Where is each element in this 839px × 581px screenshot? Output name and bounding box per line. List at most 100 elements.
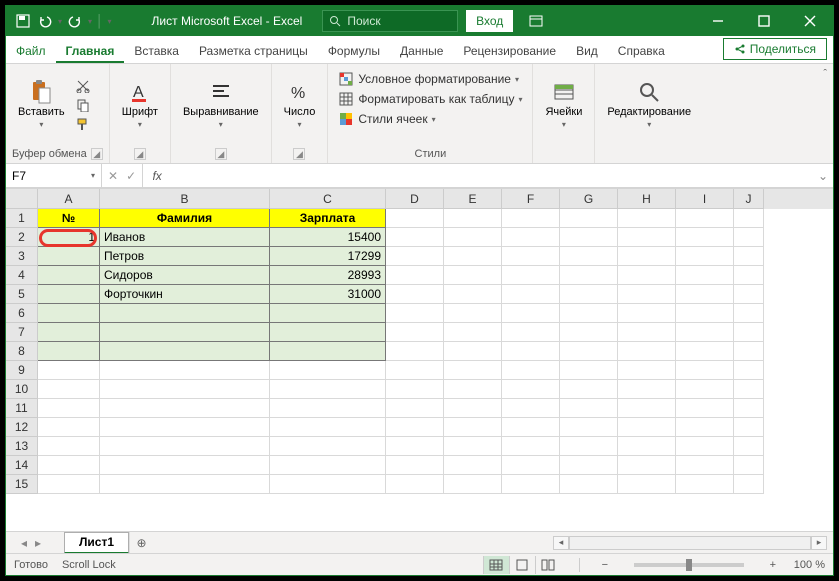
cell[interactable] — [676, 342, 734, 361]
close-button[interactable] — [787, 6, 833, 36]
cell[interactable] — [560, 209, 618, 228]
row-header[interactable]: 10 — [6, 380, 38, 399]
tab-formulas[interactable]: Формулы — [318, 38, 390, 63]
cell[interactable] — [618, 342, 676, 361]
cell[interactable] — [560, 285, 618, 304]
cell[interactable] — [618, 437, 676, 456]
enter-formula-icon[interactable]: ✓ — [126, 169, 136, 183]
cell[interactable] — [502, 323, 560, 342]
cell[interactable] — [676, 361, 734, 380]
cell[interactable] — [38, 285, 100, 304]
zoom-out-button[interactable]: − — [598, 559, 612, 571]
cell[interactable] — [444, 380, 502, 399]
cell[interactable] — [502, 418, 560, 437]
cell[interactable] — [444, 266, 502, 285]
cell[interactable] — [444, 285, 502, 304]
cell[interactable] — [386, 456, 444, 475]
cell[interactable] — [100, 475, 270, 494]
number-button[interactable]: % Число ▾ — [280, 78, 320, 131]
tab-insert[interactable]: Вставка — [124, 38, 189, 63]
cell[interactable] — [444, 228, 502, 247]
dialog-launcher-icon[interactable]: ◢ — [91, 148, 103, 160]
cell[interactable] — [100, 304, 270, 323]
cell[interactable] — [270, 304, 386, 323]
cell[interactable] — [676, 285, 734, 304]
column-header[interactable]: E — [444, 189, 502, 209]
page-break-view-button[interactable] — [535, 556, 561, 574]
cell[interactable] — [444, 323, 502, 342]
cell[interactable] — [734, 418, 764, 437]
cell[interactable] — [100, 399, 270, 418]
column-header[interactable]: H — [618, 189, 676, 209]
cell[interactable] — [386, 304, 444, 323]
cell[interactable] — [676, 304, 734, 323]
cancel-formula-icon[interactable]: ✕ — [108, 169, 118, 183]
column-header[interactable]: C — [270, 189, 386, 209]
cell-styles-button[interactable]: Стили ячеек▾ — [338, 110, 435, 128]
cell[interactable] — [734, 380, 764, 399]
cell[interactable] — [618, 380, 676, 399]
page-layout-view-button[interactable] — [509, 556, 535, 574]
cell[interactable] — [386, 323, 444, 342]
cell[interactable] — [618, 228, 676, 247]
conditional-formatting-button[interactable]: Условное форматирование▾ — [338, 70, 519, 88]
cell[interactable] — [560, 342, 618, 361]
cell[interactable] — [386, 361, 444, 380]
cell[interactable] — [444, 304, 502, 323]
cell[interactable] — [618, 475, 676, 494]
cell[interactable] — [502, 475, 560, 494]
cell[interactable]: 15400 — [270, 228, 386, 247]
cell[interactable] — [502, 304, 560, 323]
qat-customize-icon[interactable]: ▾ — [108, 17, 112, 26]
cell[interactable] — [560, 323, 618, 342]
select-all-button[interactable] — [6, 189, 38, 209]
cell[interactable] — [444, 475, 502, 494]
format-as-table-button[interactable]: Форматировать как таблицу▾ — [338, 90, 522, 108]
cell[interactable] — [386, 247, 444, 266]
cell[interactable] — [38, 266, 100, 285]
dialog-launcher-icon[interactable]: ◢ — [134, 148, 146, 160]
row-header[interactable]: 4 — [6, 266, 38, 285]
row-header[interactable]: 14 — [6, 456, 38, 475]
zoom-in-button[interactable]: + — [766, 559, 780, 571]
cell[interactable] — [100, 418, 270, 437]
cell[interactable] — [270, 323, 386, 342]
cell[interactable] — [386, 228, 444, 247]
save-icon[interactable] — [14, 12, 32, 30]
prev-sheet-icon[interactable]: ◂ — [21, 536, 27, 550]
cell[interactable] — [618, 456, 676, 475]
cell[interactable] — [38, 361, 100, 380]
cell[interactable]: Фамилия — [100, 209, 270, 228]
cell[interactable] — [676, 380, 734, 399]
column-header[interactable]: I — [676, 189, 734, 209]
cell[interactable] — [38, 342, 100, 361]
cell[interactable] — [676, 418, 734, 437]
cell[interactable] — [618, 304, 676, 323]
sheet-tab[interactable]: Лист1 — [64, 532, 129, 554]
cell[interactable] — [502, 209, 560, 228]
redo-dropdown-icon[interactable]: ▾ — [88, 17, 92, 26]
cell[interactable] — [270, 399, 386, 418]
cell[interactable] — [676, 456, 734, 475]
cell[interactable] — [618, 361, 676, 380]
cell[interactable] — [270, 437, 386, 456]
cell[interactable] — [560, 228, 618, 247]
cell[interactable]: 28993 — [270, 266, 386, 285]
row-header[interactable]: 1 — [6, 209, 38, 228]
cell[interactable] — [734, 437, 764, 456]
column-header[interactable]: B — [100, 189, 270, 209]
row-header[interactable]: 9 — [6, 361, 38, 380]
row-header[interactable]: 2 — [6, 228, 38, 247]
cell[interactable] — [734, 304, 764, 323]
cell[interactable] — [560, 266, 618, 285]
cell[interactable]: № — [38, 209, 100, 228]
cell[interactable] — [502, 437, 560, 456]
cell[interactable] — [502, 342, 560, 361]
cell[interactable] — [618, 418, 676, 437]
cell[interactable] — [386, 266, 444, 285]
cell[interactable] — [618, 323, 676, 342]
cell[interactable] — [444, 418, 502, 437]
cell[interactable] — [270, 361, 386, 380]
row-header[interactable]: 5 — [6, 285, 38, 304]
cell[interactable] — [560, 380, 618, 399]
